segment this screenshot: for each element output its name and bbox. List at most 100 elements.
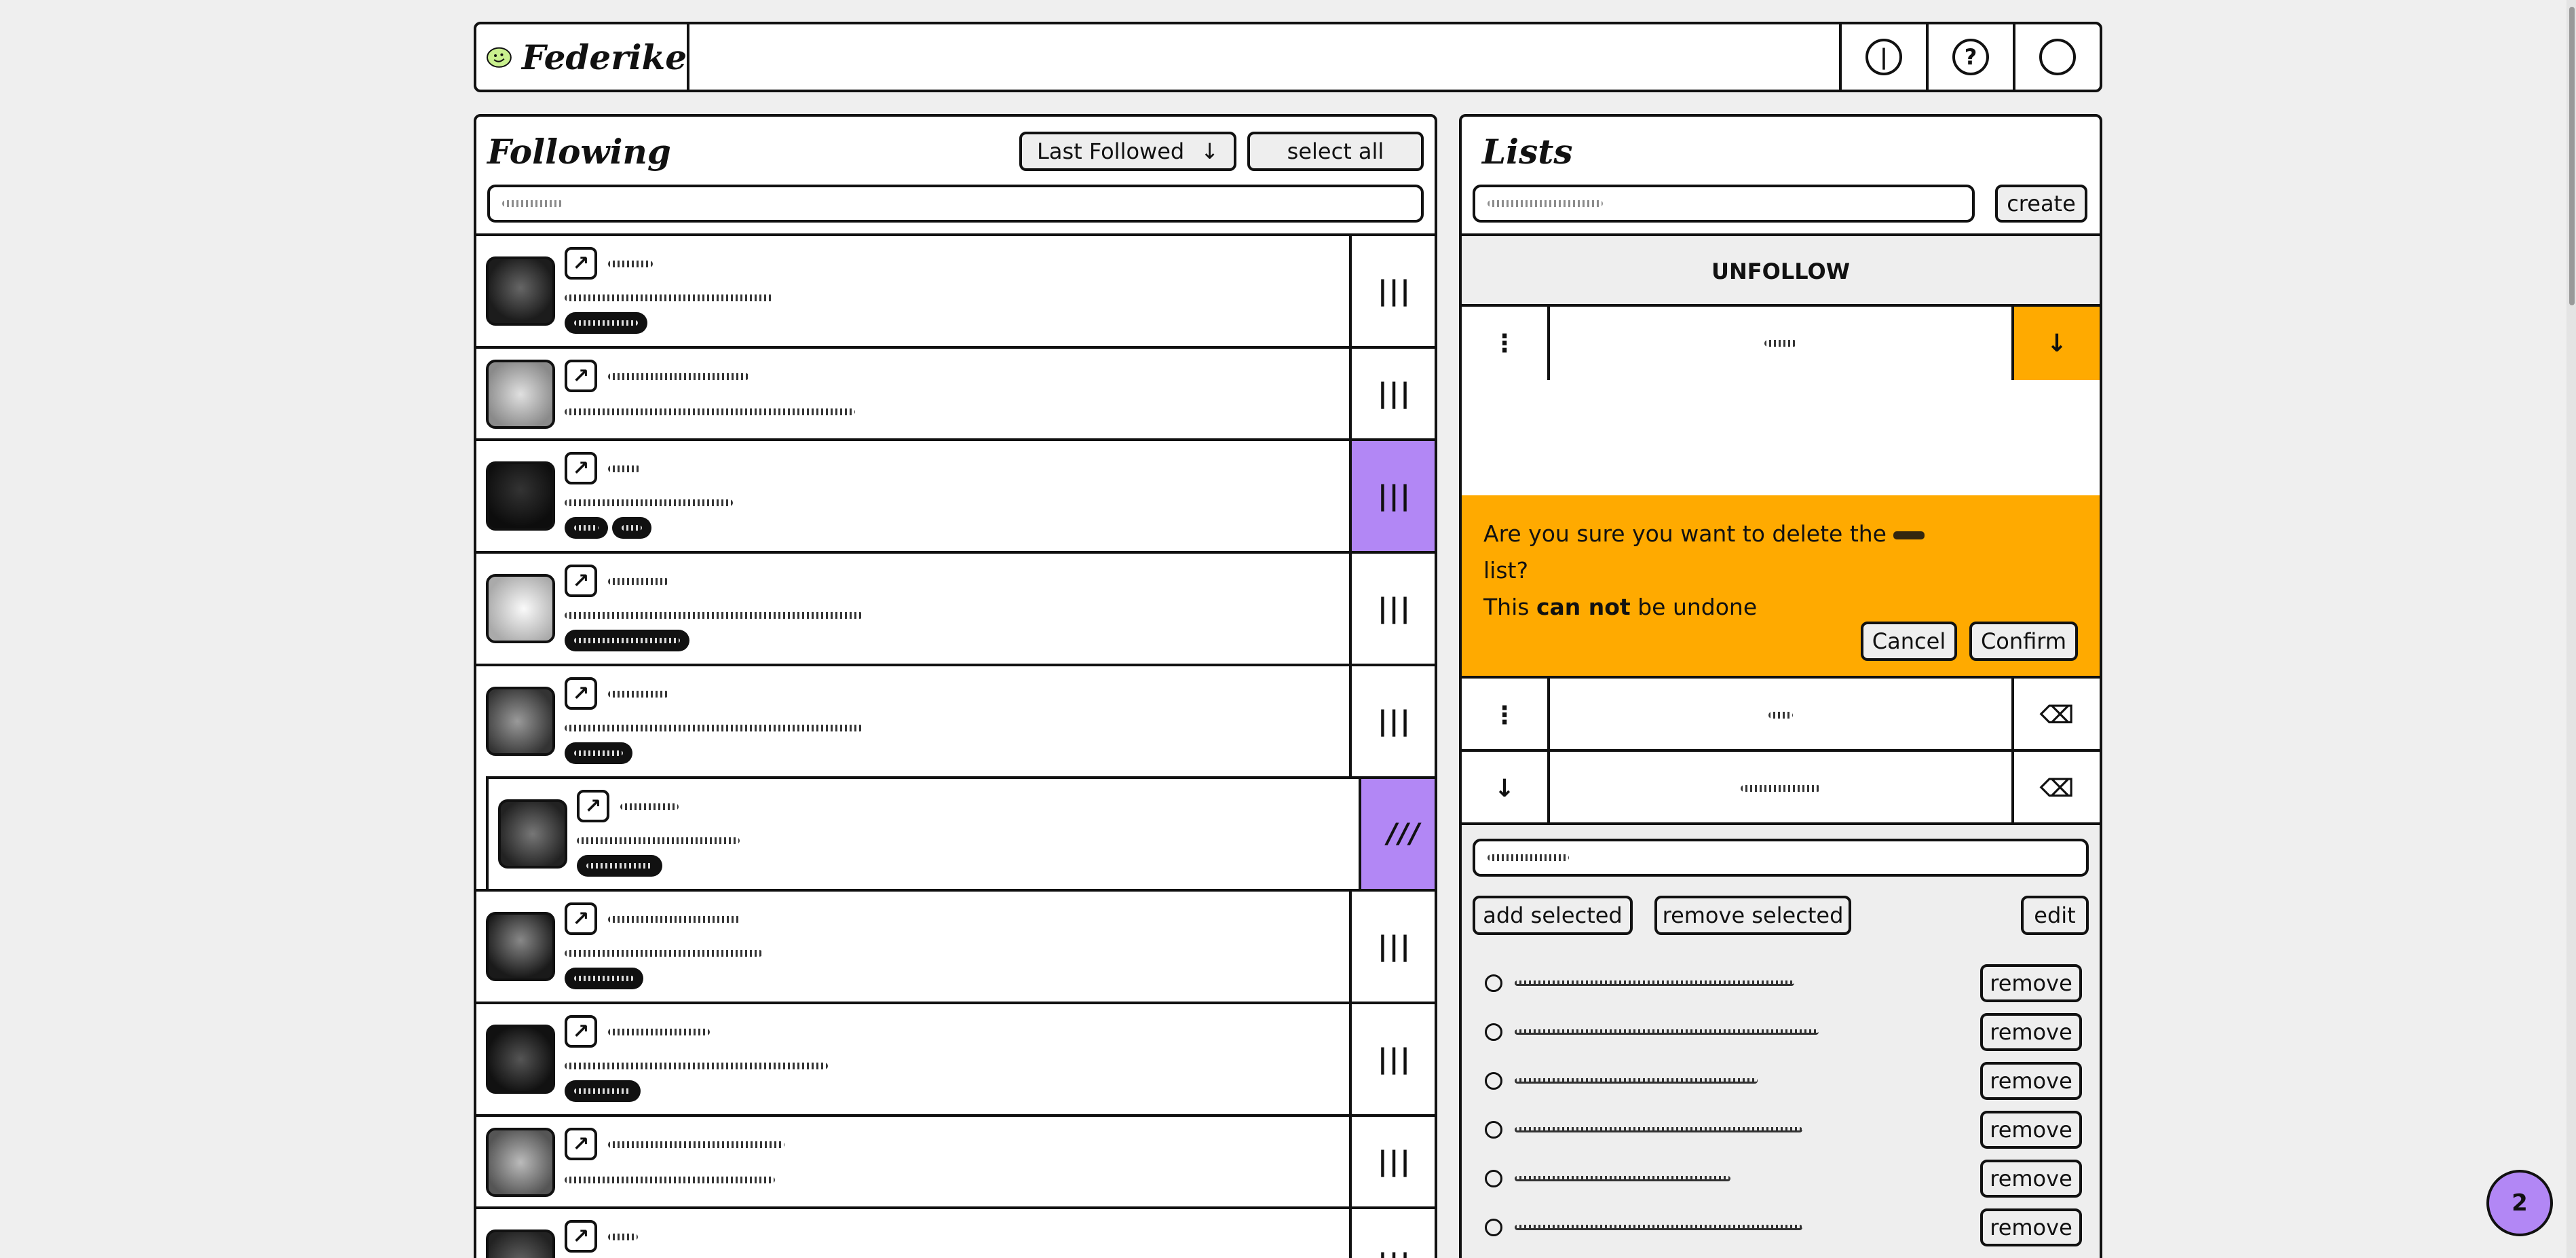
avatar[interactable] bbox=[486, 912, 555, 981]
avatar[interactable] bbox=[486, 1230, 555, 1258]
external-link-icon[interactable]: ↗ bbox=[577, 790, 609, 822]
arrow-down-icon[interactable]: ↓ bbox=[2014, 307, 2100, 380]
notification-count-badge[interactable]: 2 bbox=[2486, 1170, 2553, 1236]
arrow-down-icon[interactable]: ↓ bbox=[1462, 752, 1547, 825]
delete-list-icon[interactable]: ⌫ bbox=[2014, 752, 2100, 825]
remove-member-button[interactable]: remove bbox=[1980, 1111, 2082, 1149]
drag-handle[interactable]: ||| bbox=[1349, 554, 1435, 664]
drag-handle-selected[interactable]: ||| bbox=[1349, 441, 1435, 551]
scrollbar-thumb[interactable] bbox=[2569, 7, 2575, 305]
drag-handle[interactable]: ||| bbox=[1349, 892, 1435, 1002]
info-button[interactable]: | bbox=[1839, 24, 1926, 90]
delete-list-icon[interactable]: ⌫ bbox=[2014, 679, 2100, 752]
handle bbox=[565, 612, 863, 619]
list-menu-button[interactable]: ⋮ bbox=[1462, 679, 1547, 752]
avatar[interactable] bbox=[486, 574, 555, 643]
avatar[interactable] bbox=[486, 687, 555, 756]
following-row[interactable]: ↗ ||| bbox=[476, 1002, 1435, 1114]
avatar[interactable] bbox=[486, 1128, 555, 1197]
list-member[interactable]: remove bbox=[1485, 1061, 2082, 1101]
avatar[interactable] bbox=[486, 461, 555, 531]
external-link-icon[interactable]: ↗ bbox=[565, 902, 597, 935]
list-member[interactable]: remove bbox=[1485, 1110, 2082, 1149]
following-row[interactable]: ↗ ||| bbox=[476, 889, 1435, 1002]
list-member[interactable]: remove bbox=[1485, 1012, 2082, 1052]
following-row[interactable]: ↗ ||| bbox=[476, 346, 1435, 438]
select-radio[interactable] bbox=[1485, 974, 1502, 992]
confirm-button[interactable]: Confirm bbox=[1969, 622, 2078, 661]
select-all-button[interactable]: select all bbox=[1247, 132, 1424, 171]
list-rename-input[interactable] bbox=[1473, 839, 2089, 877]
drag-handle[interactable]: ||| bbox=[1349, 1117, 1435, 1206]
sort-dropdown[interactable]: Last Followed ↓ bbox=[1019, 132, 1236, 171]
display-name bbox=[608, 1141, 784, 1148]
drag-handle[interactable]: ||| bbox=[1349, 349, 1435, 438]
remove-member-button[interactable]: remove bbox=[1980, 964, 2082, 1002]
header-spacer bbox=[689, 24, 1839, 90]
new-list-name-input[interactable] bbox=[1473, 185, 1975, 223]
avatar[interactable] bbox=[486, 1025, 555, 1094]
select-radio[interactable] bbox=[1485, 1170, 1502, 1187]
following-row[interactable]: ↗ ||| bbox=[476, 233, 1435, 346]
drag-handle[interactable]: ||| bbox=[1349, 1209, 1435, 1258]
list-member[interactable]: remove bbox=[1485, 964, 2082, 1003]
display-name bbox=[608, 916, 741, 923]
avatar[interactable] bbox=[486, 256, 555, 326]
unfollow-drop-zone[interactable]: UNFOLLOW bbox=[1462, 233, 2100, 307]
remove-member-button[interactable]: remove bbox=[1980, 1208, 2082, 1246]
remove-member-button[interactable]: remove bbox=[1980, 1062, 2082, 1100]
drag-handle[interactable]: ||| bbox=[1349, 666, 1435, 776]
external-link-icon[interactable]: ↗ bbox=[565, 360, 597, 392]
external-link-icon[interactable]: ↗ bbox=[565, 677, 597, 710]
external-link-icon[interactable]: ↗ bbox=[565, 452, 597, 484]
confirm-message: Are you sure you want to delete the list… bbox=[1483, 516, 2078, 626]
add-selected-button[interactable]: add selected bbox=[1473, 896, 1633, 935]
search-placeholder bbox=[502, 200, 563, 207]
external-link-icon[interactable]: ↗ bbox=[565, 1015, 597, 1048]
list-member[interactable]: remove bbox=[1485, 1208, 2082, 1247]
select-radio[interactable] bbox=[1485, 1121, 1502, 1139]
following-row[interactable]: ↗ ||| bbox=[476, 551, 1435, 664]
handle bbox=[565, 294, 774, 301]
list-menu-button[interactable]: ⋮ bbox=[1462, 307, 1547, 380]
handle bbox=[577, 837, 740, 844]
help-button[interactable]: ? bbox=[1926, 24, 2013, 90]
select-radio[interactable] bbox=[1485, 1219, 1502, 1236]
cancel-button[interactable]: Cancel bbox=[1861, 622, 1957, 661]
external-link-icon[interactable]: ↗ bbox=[565, 1128, 597, 1160]
profile-button[interactable] bbox=[2013, 24, 2100, 90]
list-row-expanded[interactable]: ↓ ⌫ bbox=[1462, 749, 2100, 825]
following-row[interactable]: ↗ ||| bbox=[476, 1206, 1435, 1258]
following-row[interactable]: ↗ ||| bbox=[476, 664, 1435, 776]
select-radio[interactable] bbox=[1485, 1072, 1502, 1090]
avatar[interactable] bbox=[486, 360, 555, 429]
profile-circle-icon bbox=[2039, 39, 2076, 75]
list-member[interactable]: remove bbox=[1485, 1159, 2082, 1198]
select-radio[interactable] bbox=[1485, 1023, 1502, 1041]
create-list-button[interactable]: create bbox=[1995, 185, 2087, 223]
list-name bbox=[1547, 307, 2014, 380]
following-row-dragging[interactable]: ↗ /// bbox=[486, 776, 1435, 889]
drag-handle[interactable]: ||| bbox=[1349, 236, 1435, 346]
list-editor: add selected remove selected edit remove… bbox=[1462, 822, 2100, 1258]
remove-member-button[interactable]: remove bbox=[1980, 1160, 2082, 1198]
edit-list-button[interactable]: edit bbox=[2021, 896, 2089, 935]
remove-member-button[interactable]: remove bbox=[1980, 1013, 2082, 1051]
following-row[interactable]: ↗ ||| bbox=[476, 438, 1435, 551]
avatar[interactable] bbox=[498, 799, 567, 869]
following-row[interactable]: ↗ ||| bbox=[476, 1114, 1435, 1206]
list-name bbox=[1547, 752, 2014, 825]
list-row[interactable]: ⋮ ⌫ bbox=[1462, 676, 2100, 752]
drag-handle-active[interactable]: /// bbox=[1359, 779, 1435, 889]
remove-selected-button[interactable]: remove selected bbox=[1654, 896, 1851, 935]
smiley-logo-icon bbox=[487, 47, 512, 68]
list-row[interactable]: ⋮ ↓ bbox=[1462, 304, 2100, 380]
external-link-icon[interactable]: ↗ bbox=[565, 565, 597, 597]
list-tag bbox=[612, 517, 651, 539]
external-link-icon[interactable]: ↗ bbox=[565, 247, 597, 280]
drag-handle[interactable]: ||| bbox=[1349, 1004, 1435, 1114]
display-name bbox=[608, 261, 653, 267]
external-link-icon[interactable]: ↗ bbox=[565, 1220, 597, 1253]
following-search-input[interactable] bbox=[487, 185, 1424, 223]
logo[interactable]: Federike bbox=[476, 24, 689, 90]
